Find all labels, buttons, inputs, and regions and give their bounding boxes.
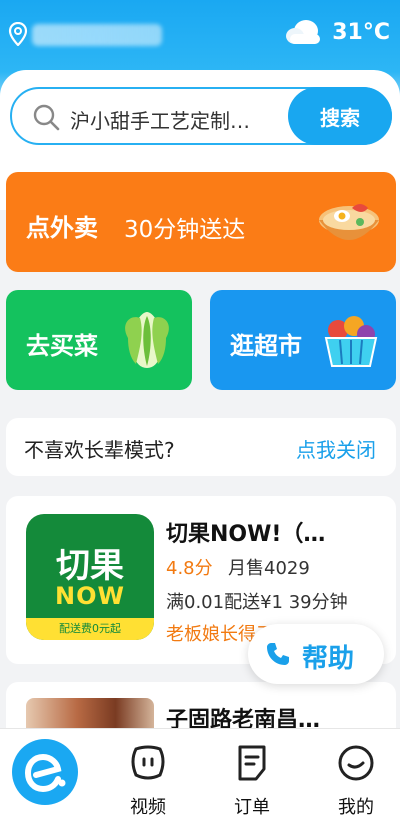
bowl-icon [319,204,379,240]
basket-icon [324,316,378,367]
location-text-blurred[interactable] [32,24,162,46]
takeout-title: 点外卖 [26,214,98,242]
video-face-icon [131,745,165,780]
bottom-nav: 视频 订单 我的 [0,728,400,824]
cabbage-icon [125,312,169,368]
shop-name: 切果NOW!（… [166,522,326,547]
logo-strip: 配送费0元起 [26,618,154,640]
nav-label: 视频 [130,797,166,818]
shop-logo: 切果 NOW 配送费0元起 [26,514,154,640]
search-bar[interactable]: 沪小甜手工艺定制… 搜索 [10,87,392,145]
takeout-subtitle: 30分钟送达 [124,217,246,243]
supermarket-banner[interactable]: 逛超市 [210,290,396,390]
groceries-title: 去买菜 [26,332,98,360]
elder-mode-notice: 不喜欢长辈模式? 点我关闭 [6,418,396,476]
logo-line2: NOW [55,582,125,610]
phone-icon [267,643,289,665]
logo-line1: 切果 [56,546,124,586]
shop-sales: 月售4029 [228,558,310,579]
nav-label: 订单 [234,797,270,818]
supermarket-title: 逛超市 [230,332,302,360]
groceries-banner[interactable]: 去买菜 [6,290,192,390]
nav-item-video[interactable]: 视频 [118,743,178,819]
nav-item-orders[interactable]: 订单 [222,743,282,819]
weather: 31°C [284,18,390,46]
takeout-banner[interactable]: 点外卖 30分钟送达 [6,172,396,272]
nav-item-mine[interactable]: 我的 [326,743,386,819]
shop-rating: 4.8分 [166,558,213,579]
help-label: 帮助 [302,644,355,674]
help-button[interactable]: 帮助 [248,624,384,684]
shop-delivery: 满0.01配送¥1 39分钟 [166,592,348,613]
search-icon [33,104,60,131]
search-input[interactable]: 沪小甜手工艺定制… [70,105,280,134]
location-pin-icon[interactable] [8,22,28,46]
elder-mode-question: 不喜欢长辈模式? [24,438,175,462]
cloud-icon [286,20,321,44]
profile-face-icon [338,745,374,781]
temperature: 31°C [332,19,390,45]
home-logo-glyph [24,753,66,793]
order-note-icon [238,745,266,781]
search-button[interactable]: 搜索 [288,87,392,145]
nav-label: 我的 [338,797,374,818]
eleme-logo-icon[interactable] [12,739,78,805]
elder-mode-close-link[interactable]: 点我关闭 [296,434,376,463]
